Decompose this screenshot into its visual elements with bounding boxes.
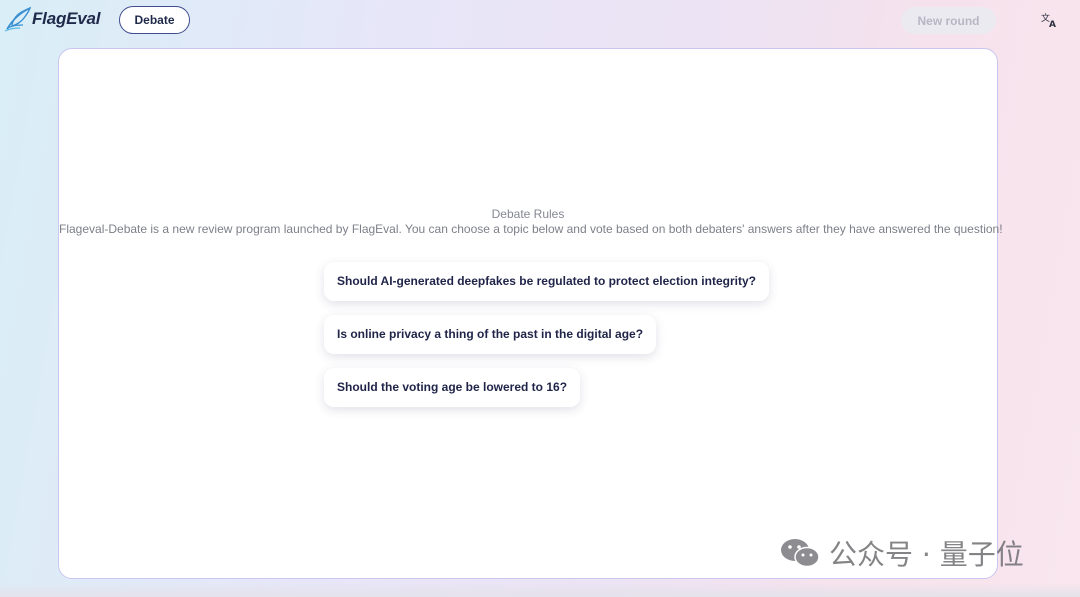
- rules-title: Debate Rules: [491, 207, 565, 221]
- topic-card-online-privacy[interactable]: Is online privacy a thing of the past in…: [324, 315, 657, 354]
- new-round-button[interactable]: New round: [901, 7, 996, 34]
- translate-icon[interactable]: 文 A: [1041, 11, 1059, 29]
- topic-list: Should AI-generated deepfakes be regulat…: [324, 262, 769, 421]
- svg-text:A: A: [1049, 20, 1056, 29]
- top-header: FlagEval Debate New round 文 A: [0, 0, 1080, 44]
- topic-card-voting-age[interactable]: Should the voting age be lowered to 16?: [324, 368, 581, 407]
- feather-logo-icon: [4, 6, 32, 32]
- debate-panel: Debate Rules Flageval-Debate is a new re…: [58, 48, 1003, 579]
- watermark-text: 公众号 · 量子位: [829, 538, 1024, 571]
- logo-text: FlagEval: [32, 9, 101, 28]
- watermark: 公众号 · 量子位: [779, 536, 1024, 571]
- bottom-shadow: [0, 583, 1080, 597]
- topic-card-deepfakes[interactable]: Should AI-generated deepfakes be regulat…: [324, 262, 769, 301]
- tab-debate[interactable]: Debate: [119, 6, 190, 34]
- flageval-logo[interactable]: FlagEval: [4, 4, 101, 34]
- rules-description: Flageval-Debate is a new review program …: [59, 222, 1003, 236]
- wechat-icon: [781, 539, 820, 568]
